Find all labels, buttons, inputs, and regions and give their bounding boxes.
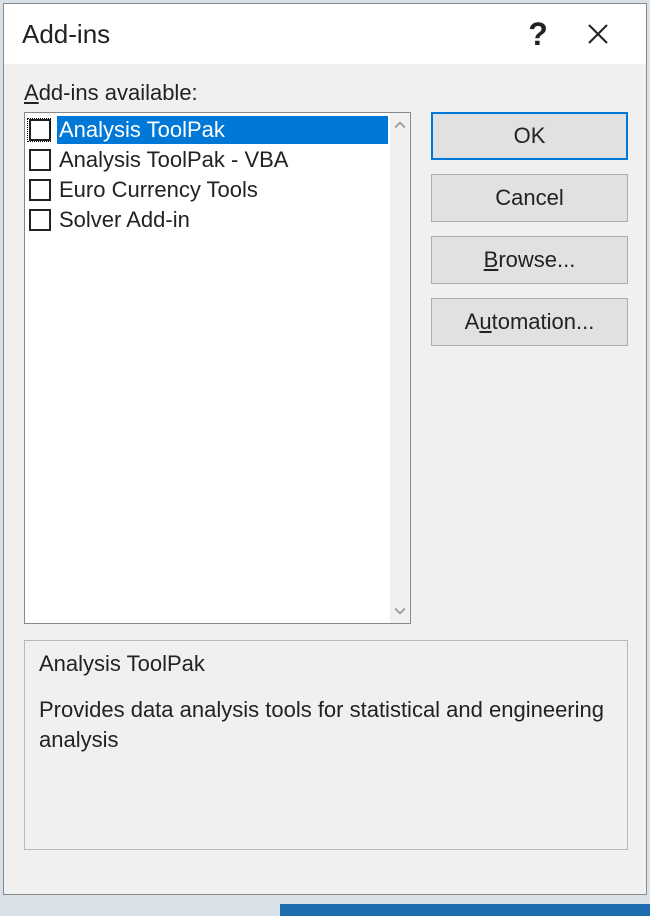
description-text: Provides data analysis tools for statist… [39,695,613,754]
list-item-label: Euro Currency Tools [57,176,388,204]
checkbox-icon[interactable] [29,119,51,141]
description-panel: Analysis ToolPak Provides data analysis … [24,640,628,850]
list-item[interactable]: Analysis ToolPak - VBA [27,145,388,175]
dialog-title: Add-ins [22,19,508,50]
close-button[interactable] [568,4,628,64]
background-strip [280,904,650,916]
scroll-down-icon[interactable] [390,601,410,621]
cancel-button[interactable]: Cancel [431,174,628,222]
list-item-label: Analysis ToolPak [57,116,388,144]
main-row: Analysis ToolPak Analysis ToolPak - VBA … [24,112,628,624]
checkbox-icon[interactable] [29,149,51,171]
browse-button[interactable]: Browse... [431,236,628,284]
list-item-label: Solver Add-in [57,206,388,234]
list-item[interactable]: Analysis ToolPak [27,115,388,145]
titlebar: Add-ins ? [4,4,646,64]
checkbox-icon[interactable] [29,209,51,231]
ok-button[interactable]: OK [431,112,628,160]
dialog-body: Add-ins available: Analysis ToolPak Anal… [4,64,646,868]
checkbox-icon[interactable] [29,179,51,201]
list-label: Add-ins available: [24,80,628,106]
list-item-label: Analysis ToolPak - VBA [57,146,388,174]
help-button[interactable]: ? [508,4,568,64]
automation-button[interactable]: Automation... [431,298,628,346]
scroll-up-icon[interactable] [390,115,410,135]
list-item[interactable]: Solver Add-in [27,205,388,235]
list-item[interactable]: Euro Currency Tools [27,175,388,205]
scrollbar[interactable] [390,113,410,623]
addins-listbox[interactable]: Analysis ToolPak Analysis ToolPak - VBA … [24,112,411,624]
description-title: Analysis ToolPak [39,651,613,677]
listbox-inner: Analysis ToolPak Analysis ToolPak - VBA … [25,113,390,623]
addins-dialog: Add-ins ? Add-ins available: Analysis To… [3,3,647,895]
close-icon [587,23,609,45]
button-column: OK Cancel Browse... Automation... [431,112,628,624]
